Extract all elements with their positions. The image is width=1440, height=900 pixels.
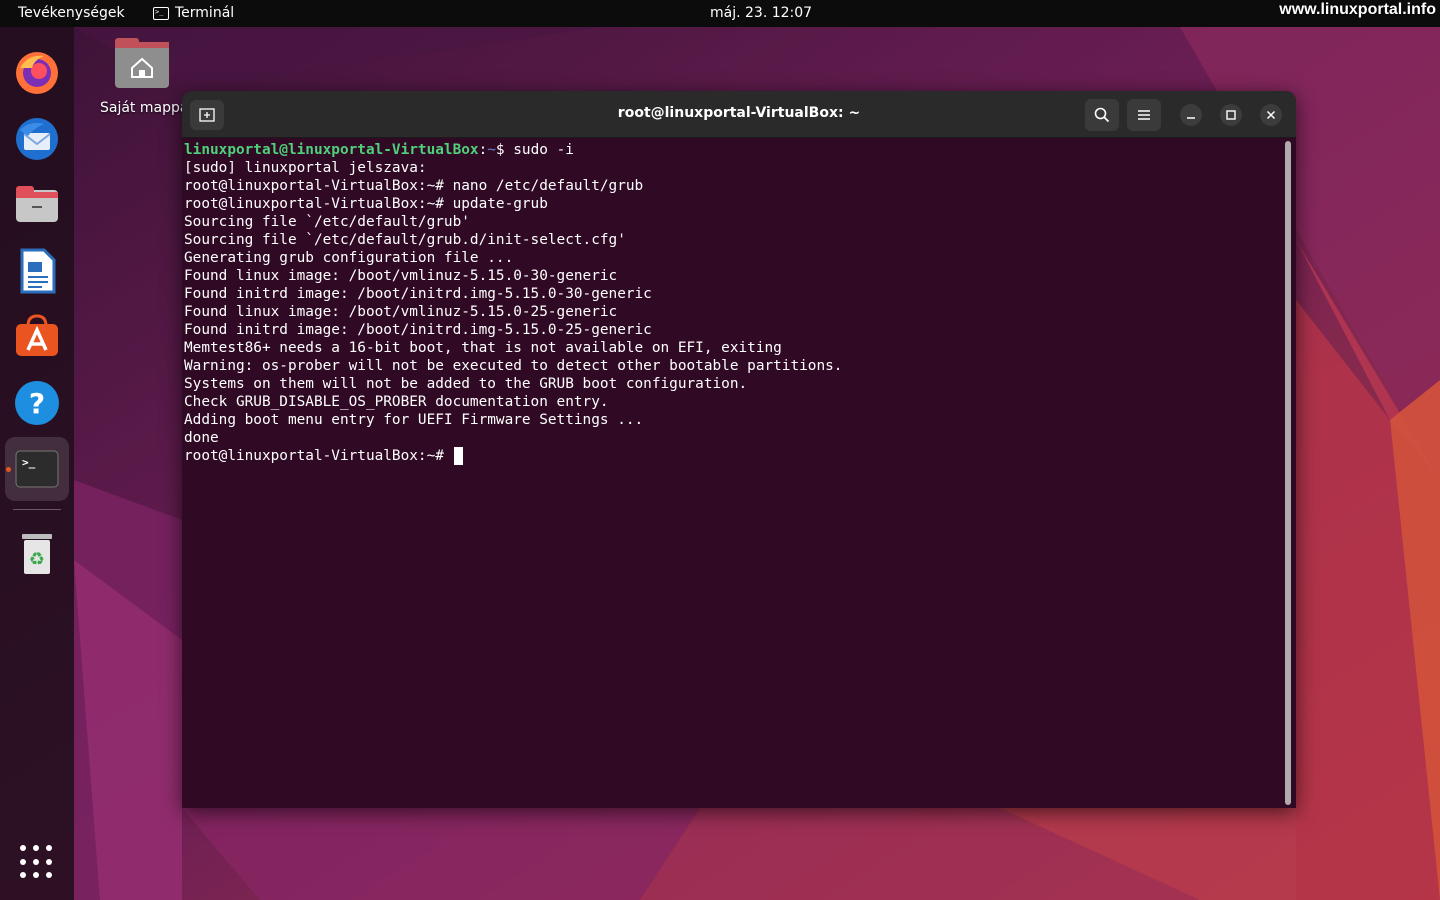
grid-dot bbox=[20, 858, 26, 865]
terminal-line: done bbox=[184, 430, 219, 446]
grid-dot bbox=[46, 872, 52, 879]
svg-text:>_: >_ bbox=[22, 456, 36, 469]
prompt-path: ~ bbox=[487, 142, 496, 158]
dock-item-software[interactable] bbox=[5, 305, 69, 369]
terminal-line: Found linux image: /boot/vmlinuz-5.15.0-… bbox=[184, 304, 618, 320]
dock-item-files[interactable] bbox=[5, 173, 69, 237]
firefox-icon bbox=[16, 52, 58, 94]
show-apps-button[interactable] bbox=[20, 845, 54, 879]
terminal-line: Warning: os-prober will not be executed … bbox=[184, 358, 843, 374]
terminal-line: Systems on them will not be added to the… bbox=[184, 376, 748, 392]
scrollbar[interactable] bbox=[1285, 141, 1291, 805]
dock-item-thunderbird[interactable] bbox=[5, 107, 69, 171]
dock-item-writer[interactable] bbox=[5, 239, 69, 303]
prompt-separator: : bbox=[478, 142, 488, 158]
search-icon bbox=[1094, 107, 1110, 123]
terminal-app-icon: >_ bbox=[153, 6, 169, 20]
app-menu-label: Terminál bbox=[175, 5, 235, 21]
grid-dot bbox=[33, 858, 39, 865]
watermark: www.linuxportal.info bbox=[1279, 1, 1436, 18]
home-folder-icon bbox=[115, 38, 169, 88]
app-menu[interactable]: >_ Terminál bbox=[153, 5, 234, 21]
files-icon bbox=[16, 186, 58, 222]
minimize-button[interactable] bbox=[1180, 104, 1202, 126]
terminal-line: Memtest86+ needs a 16-bit boot, that is … bbox=[184, 340, 782, 356]
thunderbird-icon bbox=[16, 118, 58, 160]
terminal-line: root@linuxportal-VirtualBox:~# update-gr… bbox=[184, 196, 548, 212]
ubuntu-software-icon bbox=[16, 314, 58, 356]
grid-dot bbox=[33, 872, 39, 879]
libreoffice-writer-icon bbox=[20, 248, 56, 294]
grid-dot bbox=[20, 845, 26, 851]
minimize-icon bbox=[1187, 117, 1195, 119]
svg-text:♻: ♻ bbox=[29, 549, 45, 570]
terminal-line: Generating grub configuration file ... bbox=[184, 250, 514, 266]
help-icon: ? bbox=[15, 381, 59, 425]
dock-separator bbox=[13, 509, 61, 510]
trash-icon: ♻ bbox=[22, 534, 52, 574]
dock-item-terminal[interactable]: >_ bbox=[5, 437, 69, 501]
terminal-titlebar[interactable]: root@linuxportal-VirtualBox: ~ bbox=[182, 91, 1296, 138]
terminal-line: Check GRUB_DISABLE_OS_PROBER documentati… bbox=[184, 394, 609, 410]
terminal-line: [sudo] linuxportal jelszava: bbox=[184, 160, 427, 176]
hamburger-menu-button[interactable] bbox=[1127, 99, 1161, 131]
clock[interactable]: máj. 23. 12:07 bbox=[710, 5, 812, 21]
terminal-icon: >_ bbox=[15, 450, 59, 488]
prompt-user: linuxportal@linuxportal-VirtualBox bbox=[184, 142, 479, 158]
terminal-line: linuxportal@linuxportal-VirtualBox:~$ su… bbox=[184, 141, 1280, 159]
terminal-line: Sourcing file `/etc/default/grub' bbox=[184, 214, 470, 230]
close-icon bbox=[1266, 110, 1276, 120]
command-text: sudo -i bbox=[513, 142, 574, 158]
terminal-output[interactable]: linuxportal@linuxportal-VirtualBox:~$ su… bbox=[184, 141, 1280, 801]
text-cursor bbox=[453, 447, 463, 465]
terminal-line: Found initrd image: /boot/initrd.img-5.1… bbox=[184, 322, 652, 338]
close-button[interactable] bbox=[1260, 104, 1282, 126]
terminal-window[interactable]: root@linuxportal-VirtualBox: ~ linuxport… bbox=[182, 91, 1296, 808]
dock-item-help[interactable]: ? bbox=[5, 371, 69, 435]
terminal-line: Found linux image: /boot/vmlinuz-5.15.0-… bbox=[184, 268, 618, 284]
dock-item-trash[interactable]: ♻ bbox=[5, 521, 69, 585]
search-button[interactable] bbox=[1085, 99, 1119, 131]
maximize-icon bbox=[1226, 110, 1236, 120]
running-indicator bbox=[6, 467, 11, 472]
home-folder-label: Saját mappa bbox=[100, 100, 189, 116]
svg-text:?: ? bbox=[29, 387, 45, 420]
current-prompt: root@linuxportal-VirtualBox:~# bbox=[184, 448, 453, 464]
dock: ? >_ ♻ bbox=[0, 27, 74, 900]
terminal-line: Found initrd image: /boot/initrd.img-5.1… bbox=[184, 286, 652, 302]
terminal-line: Sourcing file `/etc/default/grub.d/init-… bbox=[184, 232, 626, 248]
maximize-button[interactable] bbox=[1220, 104, 1242, 126]
hamburger-menu-icon bbox=[1138, 110, 1150, 120]
grid-dot bbox=[33, 845, 39, 851]
desktop-home-folder[interactable]: Saját mappa bbox=[96, 38, 188, 116]
terminal-line: root@linuxportal-VirtualBox:~# nano /etc… bbox=[184, 178, 644, 194]
activities-button[interactable]: Tevékenységek bbox=[18, 5, 125, 21]
grid-dot bbox=[46, 845, 52, 851]
terminal-line: Adding boot menu entry for UEFI Firmware… bbox=[184, 412, 644, 428]
dock-item-firefox[interactable] bbox=[5, 41, 69, 105]
grid-dot bbox=[20, 872, 26, 879]
grid-dot bbox=[46, 858, 52, 865]
terminal-prompt-line: root@linuxportal-VirtualBox:~# bbox=[184, 447, 1280, 465]
top-bar: Tevékenységek >_ Terminál máj. 23. 12:07… bbox=[0, 0, 1440, 27]
prompt-symbol: $ bbox=[495, 142, 514, 158]
